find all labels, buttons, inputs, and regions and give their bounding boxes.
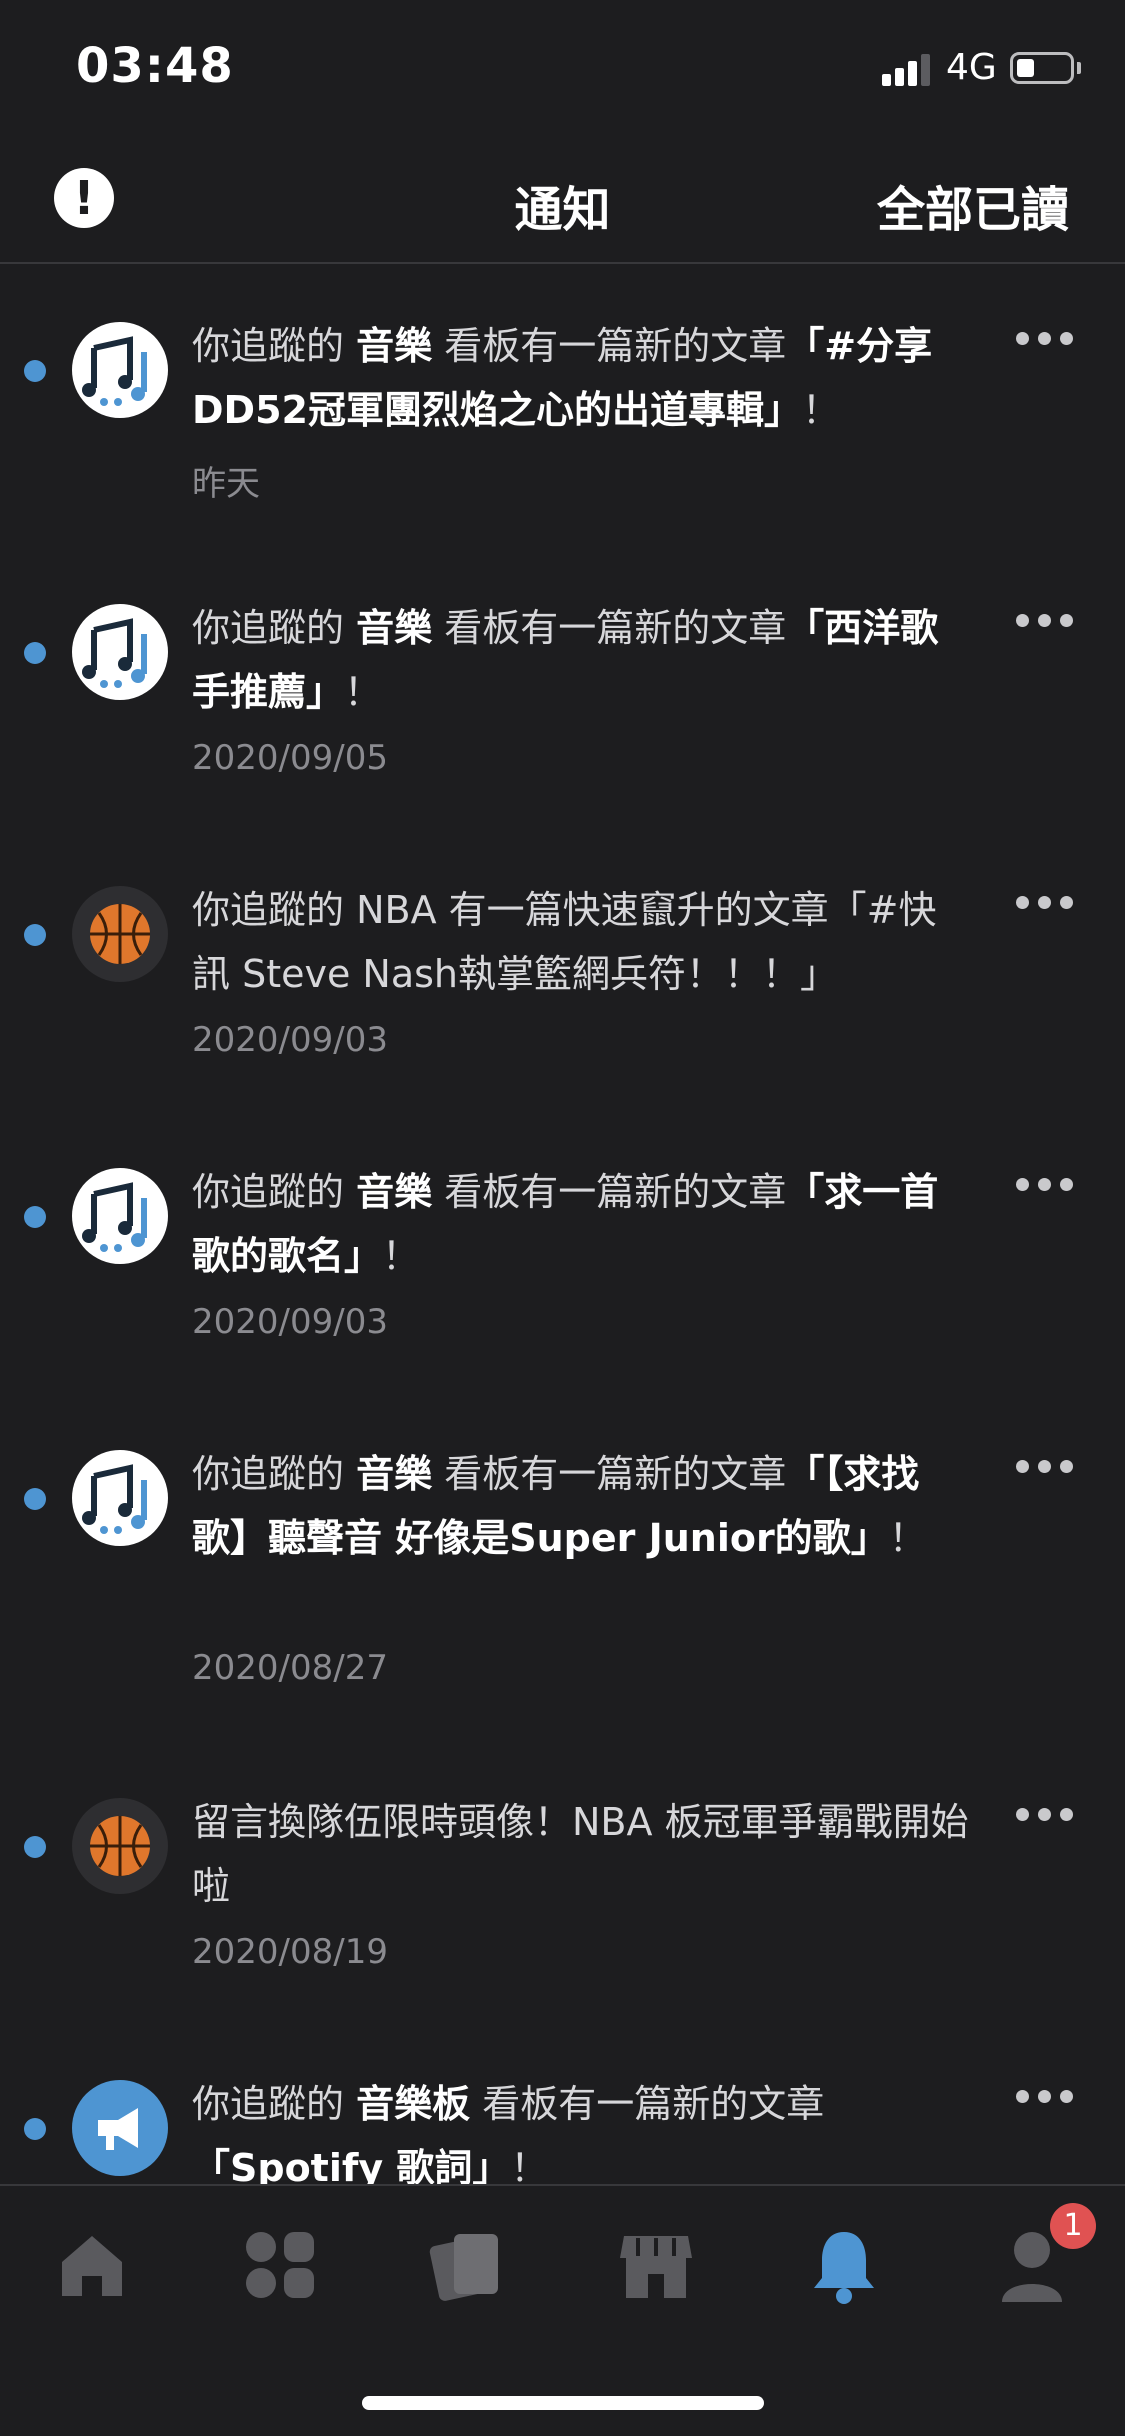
music-note-icon <box>72 1450 168 1546</box>
notification-list: 你追蹤的 音樂 看板有一篇新的文章「#分享 DD52冠軍團烈焰之心的出道專輯」！… <box>0 264 1125 2184</box>
basketball-icon <box>72 1798 168 1894</box>
status-time: 03:48 <box>76 38 234 94</box>
notification-text: 留言換隊伍限時頭像！NBA 板冠軍爭霸戰開始啦 <box>192 1800 969 1908</box>
unread-dot <box>24 1836 46 1858</box>
unread-dot <box>24 2118 46 2140</box>
unread-dot <box>24 924 46 946</box>
network-type: 4G <box>946 47 997 88</box>
status-bar: 03:48 4G <box>0 0 1125 132</box>
home-icon[interactable] <box>52 2226 132 2306</box>
music-note-icon <box>72 604 168 700</box>
bell-icon[interactable] <box>804 2226 884 2306</box>
notification-text: 你追蹤的 音樂板 看板有一篇新的文章 「Spotify 歌詞」！ <box>192 2082 825 2184</box>
unread-dot <box>24 360 46 382</box>
notification-text: 你追蹤的 NBA 有一篇快速竄升的文章「#快訊 Steve Nash執掌籃網兵符… <box>192 888 937 996</box>
notification-text: 你追蹤的 音樂 看板有一篇新的文章「西洋歌手推薦」！ <box>192 606 939 714</box>
notification-text: 你追蹤的 音樂 看板有一篇新的文章「#分享 DD52冠軍團烈焰之心的出道專輯」！ <box>192 324 933 432</box>
megaphone-icon <box>72 2080 168 2176</box>
more-options-icon[interactable] <box>1016 1178 1076 1192</box>
basketball-icon <box>72 886 168 982</box>
profile-notification-badge: 1 <box>1050 2203 1096 2249</box>
shop-icon[interactable] <box>616 2226 696 2306</box>
more-options-icon[interactable] <box>1016 614 1076 628</box>
notification-date: 昨天 <box>192 464 260 504</box>
boards-icon[interactable] <box>240 2226 320 2306</box>
unread-dot <box>24 1488 46 1510</box>
more-options-icon[interactable] <box>1016 1460 1076 1474</box>
notification-text: 你追蹤的 音樂 看板有一篇新的文章「求一首歌的歌名」！ <box>192 1170 939 1278</box>
cards-icon[interactable] <box>428 2226 508 2306</box>
home-indicator <box>362 2396 764 2410</box>
battery-tip <box>1077 62 1081 74</box>
more-options-icon[interactable] <box>1016 332 1076 346</box>
header: ! 通知 全部已讀 <box>0 132 1125 264</box>
notification-date: 2020/09/05 <box>192 738 388 778</box>
notification-date: 2020/09/03 <box>192 1302 388 1342</box>
notification-text: 你追蹤的 音樂 看板有一篇新的文章「【求找歌】聽聲音 好像是Super Juni… <box>192 1452 927 1560</box>
mark-all-read-button[interactable]: 全部已讀 <box>877 170 1069 240</box>
notification-date: 2020/08/27 <box>192 1648 388 1688</box>
unread-dot <box>24 1206 46 1228</box>
notification-date: 2020/08/19 <box>192 1932 388 1972</box>
music-note-icon <box>72 1168 168 1264</box>
music-note-icon <box>72 322 168 418</box>
notification-date: 2020/09/03 <box>192 1020 388 1060</box>
more-options-icon[interactable] <box>1016 896 1076 910</box>
more-options-icon[interactable] <box>1016 2090 1076 2104</box>
signal-icon <box>882 52 934 86</box>
more-options-icon[interactable] <box>1016 1808 1076 1822</box>
battery-icon <box>1010 52 1074 84</box>
unread-dot <box>24 642 46 664</box>
